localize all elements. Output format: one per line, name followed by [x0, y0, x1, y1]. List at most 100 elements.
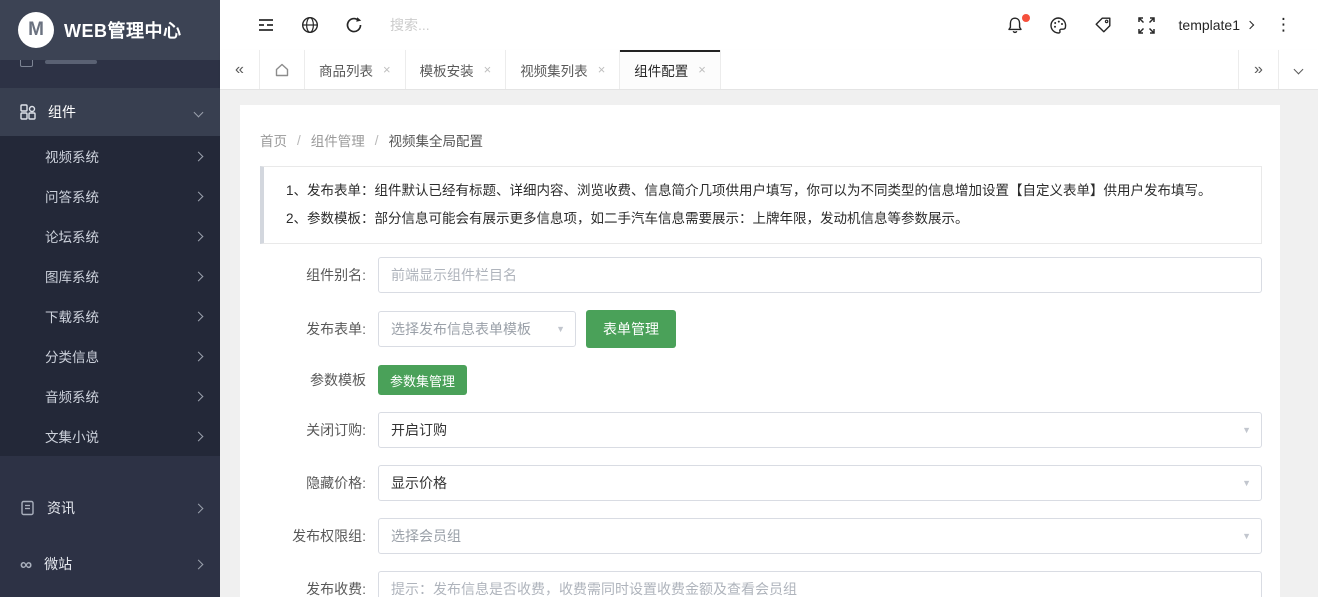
collapse-sidebar-button[interactable] — [244, 0, 288, 50]
refresh-button[interactable] — [332, 0, 376, 50]
chevron-right-icon — [194, 559, 204, 569]
config-card: 首页 / 组件管理 / 视频集全局配置 1、发布表单：组件默认已经有标题、详细内… — [240, 105, 1280, 597]
notification-badge — [1022, 14, 1030, 22]
close-icon[interactable]: × — [598, 62, 606, 77]
notice-line-1: 1、发布表单：组件默认已经有标题、详细内容、浏览收费、信息简介几项供用户填写，你… — [286, 177, 1239, 205]
logo-avatar: M — [18, 12, 54, 48]
sidebar-item-classified-info[interactable]: 分类信息 — [0, 336, 220, 376]
form-row-publish-fee-partial: 发布收费: — [260, 571, 1262, 597]
chevron-right-icon — [194, 431, 204, 441]
template-name: template1 — [1179, 17, 1240, 33]
bell-icon — [1006, 16, 1024, 34]
tabs-scroll-right-button[interactable]: » — [1238, 50, 1278, 89]
tag-button[interactable] — [1081, 0, 1125, 50]
sidebar-item-forum-system[interactable]: 论坛系统 — [0, 216, 220, 256]
tab-video-collection-list[interactable]: 视频集列表× — [506, 50, 620, 89]
sidebar-item-qa-system[interactable]: 问答系统 — [0, 176, 220, 216]
top-header: template1 ⋮ — [220, 0, 1318, 50]
field-label: 关闭订购: — [260, 420, 378, 440]
member-group-select[interactable]: 选择会员组 ▼ — [378, 518, 1262, 554]
breadcrumb-current: 视频集全局配置 — [389, 130, 484, 150]
close-icon[interactable]: × — [484, 62, 492, 77]
form-row-publish-form: 发布表单: 选择发布信息表单模板 ▼ 表单管理 — [260, 310, 1262, 348]
main-area: template1 ⋮ « 商品列表× 模板安装× 视频集列表× 组件配置× » — [220, 0, 1318, 597]
chevron-down-icon — [1294, 65, 1304, 75]
tab-template-install[interactable]: 模板安装× — [406, 50, 507, 89]
theme-button[interactable] — [1037, 0, 1081, 50]
sidebar-item-novel-collection[interactable]: 文集小说 — [0, 416, 220, 456]
collapse-sidebar-icon — [257, 18, 275, 32]
partial-icon — [20, 60, 33, 67]
sidebar-item-video-system[interactable]: 视频系统 — [0, 136, 220, 176]
sidebar-item-gallery-system[interactable]: 图库系统 — [0, 256, 220, 296]
more-menu-button[interactable]: ⋮ — [1263, 15, 1304, 35]
breadcrumb-component-mgmt[interactable]: 组件管理 — [311, 130, 365, 150]
tag-icon — [1094, 16, 1112, 34]
tab-component-config[interactable]: 组件配置× — [620, 50, 721, 89]
site-home-button[interactable] — [288, 0, 332, 50]
tabs-scroll-left-button[interactable]: « — [220, 50, 260, 89]
price-visibility-select[interactable]: 显示价格 ▼ — [378, 465, 1262, 501]
components-grid-icon — [20, 104, 36, 120]
template-selector[interactable]: template1 — [1169, 17, 1263, 33]
sidebar-item-news[interactable]: 资讯 — [0, 480, 220, 536]
param-set-manage-button[interactable]: 参数集管理 — [378, 365, 467, 395]
caret-down-icon: ▼ — [556, 324, 565, 334]
tab-home[interactable] — [260, 50, 305, 89]
chevron-right-icon — [194, 191, 204, 201]
fullscreen-button[interactable] — [1125, 0, 1169, 50]
globe-icon — [301, 16, 319, 34]
notice-box: 1、发布表单：组件默认已经有标题、详细内容、浏览收费、信息简介几项供用户填写，你… — [260, 166, 1262, 244]
sidebar-item-download-system[interactable]: 下载系统 — [0, 296, 220, 336]
notice-line-2: 2、参数模板：部分信息可能会有展示更多信息项，如二手汽车信息需要展示：上牌年限，… — [286, 205, 1239, 233]
tab-product-list[interactable]: 商品列表× — [305, 50, 406, 89]
sidebar-item-label: 组件 — [48, 102, 195, 122]
refresh-icon — [345, 16, 363, 34]
form-manage-button[interactable]: 表单管理 — [586, 310, 676, 348]
form-row-close-order: 关闭订购: 开启订购 ▼ — [260, 412, 1262, 448]
tab-bar: « 商品列表× 模板安装× 视频集列表× 组件配置× » — [220, 50, 1318, 90]
breadcrumb-home[interactable]: 首页 — [260, 130, 287, 150]
caret-down-icon: ▼ — [1242, 425, 1251, 435]
microsite-infinity-icon: ∞ — [20, 556, 32, 573]
chevron-right-icon — [194, 391, 204, 401]
field-label: 发布收费: — [260, 579, 378, 597]
content-area: 首页 / 组件管理 / 视频集全局配置 1、发布表单：组件默认已经有标题、详细内… — [220, 90, 1318, 597]
field-label: 组件别名: — [260, 265, 378, 285]
search-input[interactable] — [390, 17, 600, 33]
app-logo[interactable]: M WEB管理中心 — [0, 0, 220, 60]
form-row-publish-permission: 发布权限组: 选择会员组 ▼ — [260, 518, 1262, 554]
publish-fee-input[interactable] — [378, 571, 1262, 597]
sidebar-item-audio-system[interactable]: 音频系统 — [0, 376, 220, 416]
close-icon[interactable]: × — [383, 62, 391, 77]
config-form: 组件别名: 发布表单: 选择发布信息表单模板 ▼ 表单管理 参数模板 参数集管理 — [260, 257, 1262, 597]
partial-label-clipped — [45, 60, 97, 64]
publish-form-select[interactable]: 选择发布信息表单模板 ▼ — [378, 311, 576, 347]
sidebar-item-partial[interactable] — [0, 60, 220, 78]
sidebar-item-components[interactable]: 组件 — [0, 88, 220, 136]
notifications-button[interactable] — [993, 0, 1037, 50]
news-document-icon — [20, 500, 35, 516]
fullscreen-icon — [1138, 17, 1155, 34]
caret-down-icon: ▼ — [1242, 478, 1251, 488]
components-submenu: 视频系统 问答系统 论坛系统 图库系统 下载系统 分类信息 音频系统 文集小说 — [0, 136, 220, 456]
field-label: 隐藏价格: — [260, 473, 378, 493]
chevron-right-icon — [194, 311, 204, 321]
chevron-right-icon — [194, 271, 204, 281]
chevron-down-icon — [194, 107, 204, 117]
chevron-right-icon — [194, 503, 204, 513]
breadcrumb: 首页 / 组件管理 / 视频集全局配置 — [260, 130, 1262, 150]
close-icon[interactable]: × — [698, 62, 706, 77]
sidebar-item-label: 微站 — [44, 554, 195, 574]
tabs-menu-button[interactable] — [1278, 50, 1318, 89]
component-alias-input[interactable] — [378, 257, 1262, 293]
chevron-right-icon — [194, 351, 204, 361]
home-icon — [274, 62, 290, 78]
palette-icon — [1049, 16, 1068, 35]
field-label: 发布表单: — [260, 319, 378, 339]
chevron-right-icon — [1246, 21, 1254, 29]
sidebar-item-microsite[interactable]: ∞ 微站 — [0, 536, 220, 592]
field-label: 参数模板 — [260, 370, 378, 390]
order-toggle-select[interactable]: 开启订购 ▼ — [378, 412, 1262, 448]
field-label: 发布权限组: — [260, 526, 378, 546]
